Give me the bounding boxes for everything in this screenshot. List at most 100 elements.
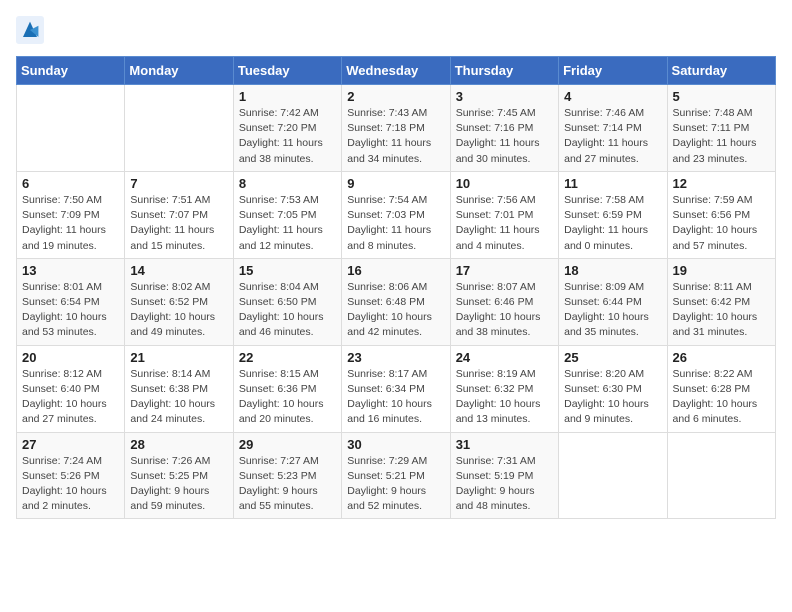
calendar-cell: 18Sunrise: 8:09 AM Sunset: 6:44 PM Dayli… [559,258,667,345]
day-info: Sunrise: 7:46 AM Sunset: 7:14 PM Dayligh… [564,106,661,167]
calendar-cell: 21 Sunrise: 8:14 AM Sunset: 6:38 PM Dayli… [125,345,233,432]
day-number: 20 [22,350,119,365]
day-info: Sunrise: 8:17 AM Sunset: 6:34 PM Dayligh… [347,367,444,428]
calendar-cell: 11 Sunrise: 7:58 AM Sunset: 6:59 PM Dayli… [559,171,667,258]
day-number: 11 [564,176,661,191]
calendar-week-row: 20 Sunrise: 8:12 AM Sunset: 6:40 PM Dayli… [17,345,776,432]
calendar-cell: 12 Sunrise: 7:59 AM Sunset: 6:56 PM Dayli… [667,171,775,258]
day-header-thursday: Thursday [450,57,558,85]
day-number: 7 [130,176,227,191]
day-info: Sunrise: 7:24 AM Sunset: 5:26 PM Dayligh… [22,454,119,515]
day-info: Sunrise: 8:14 AM Sunset: 6:38 PM Dayligh… [130,367,227,428]
page-header [16,16,776,44]
day-info: Sunrise: 8:11 AM Sunset: 6:42 PM Dayligh… [673,280,770,341]
day-info: Sunrise: 7:42 AM Sunset: 7:20 PM Dayligh… [239,106,336,167]
day-info: Sunrise: 7:29 AM Sunset: 5:21 PM Dayligh… [347,454,444,515]
day-number: 30 [347,437,444,452]
day-info: Sunrise: 7:59 AM Sunset: 6:56 PM Dayligh… [673,193,770,254]
day-number: 21 [130,350,227,365]
calendar-cell: 16 Sunrise: 8:06 AM Sunset: 6:48 PM Dayli… [342,258,450,345]
day-number: 17 [456,263,553,278]
day-number: 29 [239,437,336,452]
day-header-monday: Monday [125,57,233,85]
day-number: 31 [456,437,553,452]
calendar-cell [559,432,667,519]
calendar-cell: 8 Sunrise: 7:53 AM Sunset: 7:05 PM Daylig… [233,171,341,258]
day-header-tuesday: Tuesday [233,57,341,85]
calendar-cell: 5 Sunrise: 7:48 AM Sunset: 7:11 PM Daylig… [667,85,775,172]
day-info: Sunrise: 8:12 AM Sunset: 6:40 PM Dayligh… [22,367,119,428]
day-number: 13 [22,263,119,278]
day-number: 10 [456,176,553,191]
calendar-cell: 15 Sunrise: 8:04 AM Sunset: 6:50 PM Dayli… [233,258,341,345]
calendar-cell: 31Sunrise: 7:31 AM Sunset: 5:19 PM Dayli… [450,432,558,519]
day-number: 9 [347,176,444,191]
calendar-cell: 25 Sunrise: 8:20 AM Sunset: 6:30 PM Dayli… [559,345,667,432]
day-header-wednesday: Wednesday [342,57,450,85]
calendar-header-row: SundayMondayTuesdayWednesdayThursdayFrid… [17,57,776,85]
calendar-cell: 4 Sunrise: 7:46 AM Sunset: 7:14 PM Daylig… [559,85,667,172]
day-number: 12 [673,176,770,191]
calendar-cell: 22 Sunrise: 8:15 AM Sunset: 6:36 PM Dayli… [233,345,341,432]
calendar-cell: 20 Sunrise: 8:12 AM Sunset: 6:40 PM Dayli… [17,345,125,432]
calendar-week-row: 13Sunrise: 8:01 AM Sunset: 6:54 PM Dayli… [17,258,776,345]
calendar-week-row: 27 Sunrise: 7:24 AM Sunset: 5:26 PM Dayli… [17,432,776,519]
day-info: Sunrise: 7:48 AM Sunset: 7:11 PM Dayligh… [673,106,770,167]
day-number: 23 [347,350,444,365]
day-info: Sunrise: 8:02 AM Sunset: 6:52 PM Dayligh… [130,280,227,341]
day-number: 14 [130,263,227,278]
calendar-cell: 1 Sunrise: 7:42 AM Sunset: 7:20 PM Daylig… [233,85,341,172]
day-header-friday: Friday [559,57,667,85]
calendar-cell: 28Sunrise: 7:26 AM Sunset: 5:25 PM Dayli… [125,432,233,519]
calendar-cell: 2Sunrise: 7:43 AM Sunset: 7:18 PM Daylig… [342,85,450,172]
calendar-cell: 7Sunrise: 7:51 AM Sunset: 7:07 PM Daylig… [125,171,233,258]
day-number: 15 [239,263,336,278]
day-info: Sunrise: 8:15 AM Sunset: 6:36 PM Dayligh… [239,367,336,428]
day-number: 8 [239,176,336,191]
day-info: Sunrise: 8:20 AM Sunset: 6:30 PM Dayligh… [564,367,661,428]
day-info: Sunrise: 7:45 AM Sunset: 7:16 PM Dayligh… [456,106,553,167]
day-number: 26 [673,350,770,365]
calendar-week-row: 6 Sunrise: 7:50 AM Sunset: 7:09 PM Daylig… [17,171,776,258]
calendar-cell: 27 Sunrise: 7:24 AM Sunset: 5:26 PM Dayli… [17,432,125,519]
calendar-cell: 30 Sunrise: 7:29 AM Sunset: 5:21 PM Dayli… [342,432,450,519]
day-info: Sunrise: 7:53 AM Sunset: 7:05 PM Dayligh… [239,193,336,254]
calendar-cell: 23 Sunrise: 8:17 AM Sunset: 6:34 PM Dayli… [342,345,450,432]
day-number: 16 [347,263,444,278]
day-info: Sunrise: 7:27 AM Sunset: 5:23 PM Dayligh… [239,454,336,515]
calendar-cell: 26 Sunrise: 8:22 AM Sunset: 6:28 PM Dayli… [667,345,775,432]
day-number: 6 [22,176,119,191]
day-number: 22 [239,350,336,365]
day-number: 1 [239,89,336,104]
day-number: 24 [456,350,553,365]
calendar-cell: 9 Sunrise: 7:54 AM Sunset: 7:03 PM Daylig… [342,171,450,258]
calendar-cell: 17 Sunrise: 8:07 AM Sunset: 6:46 PM Dayli… [450,258,558,345]
day-info: Sunrise: 7:58 AM Sunset: 6:59 PM Dayligh… [564,193,661,254]
day-info: Sunrise: 7:54 AM Sunset: 7:03 PM Dayligh… [347,193,444,254]
calendar-cell: 10 Sunrise: 7:56 AM Sunset: 7:01 PM Dayli… [450,171,558,258]
day-info: Sunrise: 8:22 AM Sunset: 6:28 PM Dayligh… [673,367,770,428]
calendar-cell: 6 Sunrise: 7:50 AM Sunset: 7:09 PM Daylig… [17,171,125,258]
day-number: 3 [456,89,553,104]
day-number: 4 [564,89,661,104]
day-info: Sunrise: 8:04 AM Sunset: 6:50 PM Dayligh… [239,280,336,341]
day-info: Sunrise: 7:50 AM Sunset: 7:09 PM Dayligh… [22,193,119,254]
calendar-cell: 29 Sunrise: 7:27 AM Sunset: 5:23 PM Dayli… [233,432,341,519]
day-info: Sunrise: 7:43 AM Sunset: 7:18 PM Dayligh… [347,106,444,167]
day-number: 27 [22,437,119,452]
calendar-cell: 13Sunrise: 8:01 AM Sunset: 6:54 PM Dayli… [17,258,125,345]
day-number: 25 [564,350,661,365]
day-info: Sunrise: 7:56 AM Sunset: 7:01 PM Dayligh… [456,193,553,254]
day-info: Sunrise: 7:26 AM Sunset: 5:25 PM Dayligh… [130,454,227,515]
logo [16,16,48,44]
calendar-week-row: 1 Sunrise: 7:42 AM Sunset: 7:20 PM Daylig… [17,85,776,172]
day-info: Sunrise: 8:06 AM Sunset: 6:48 PM Dayligh… [347,280,444,341]
day-info: Sunrise: 8:09 AM Sunset: 6:44 PM Dayligh… [564,280,661,341]
day-info: Sunrise: 8:07 AM Sunset: 6:46 PM Dayligh… [456,280,553,341]
calendar-table: SundayMondayTuesdayWednesdayThursdayFrid… [16,56,776,519]
calendar-cell: 3 Sunrise: 7:45 AM Sunset: 7:16 PM Daylig… [450,85,558,172]
day-number: 5 [673,89,770,104]
calendar-cell: 19Sunrise: 8:11 AM Sunset: 6:42 PM Dayli… [667,258,775,345]
day-info: Sunrise: 8:19 AM Sunset: 6:32 PM Dayligh… [456,367,553,428]
calendar-cell [17,85,125,172]
